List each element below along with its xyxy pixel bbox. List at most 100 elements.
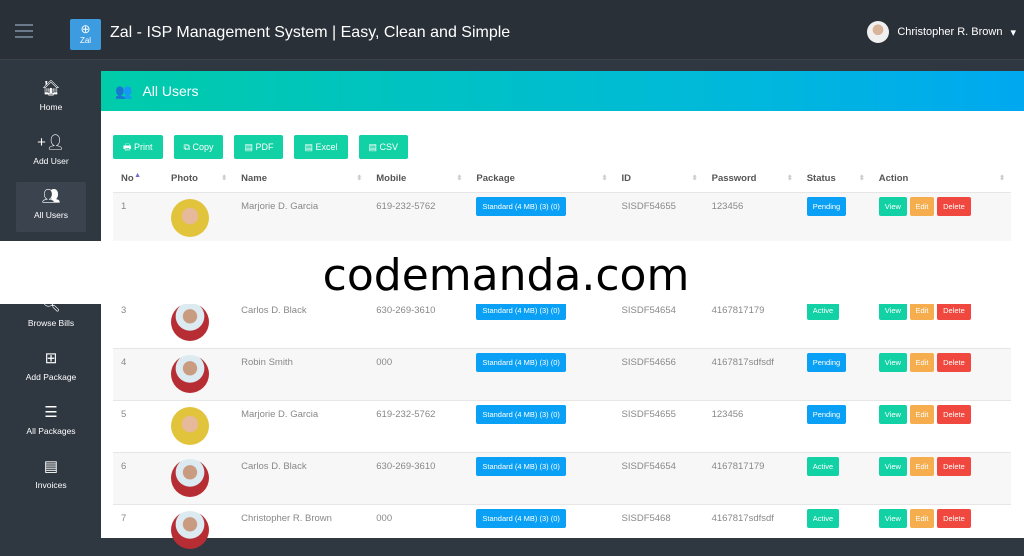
table-row: 4 Robin Smith 000 Standard (4 MB) (3) (0… — [113, 347, 1011, 400]
panel-header: 👥 All Users — [101, 71, 1024, 111]
package-badge: Standard (4 MB) (3) (0) — [476, 352, 566, 372]
watermark: codemanda.com — [0, 241, 1012, 304]
column-header-name[interactable]: Name ⬍ — [233, 166, 368, 192]
caret-down-icon: ▾ — [1010, 26, 1016, 39]
users-table: No ▲ Photo ⬍ Name ⬍ Mobile ⬍ Package ⬍ ID ⬍ Password… — [113, 166, 1011, 556]
package-badge: Standard (4 MB) (3) (0) — [476, 404, 566, 424]
view-button[interactable]: View — [878, 196, 907, 216]
column-header-package[interactable]: Package ⬍ — [468, 166, 613, 192]
column-header-status[interactable]: Status ⬍ — [799, 166, 871, 192]
view-button[interactable]: View — [878, 456, 907, 476]
sort-icon: ⬍ — [221, 175, 228, 182]
user-photo — [171, 406, 210, 445]
column-header-password[interactable]: Password ⬍ — [704, 166, 799, 192]
column-header-photo[interactable]: Photo ⬍ — [163, 166, 233, 192]
table-row: 5 Marjorie D. Garcia 619-232-5762 Standa… — [113, 399, 1011, 452]
column-header-action[interactable]: Action ⬍ — [871, 166, 1011, 192]
plus-square-icon: ⊞ — [44, 350, 58, 367]
sidebar-item-label: Add User — [33, 156, 69, 166]
row-number: 7 — [113, 503, 164, 556]
row-number: 4 — [113, 347, 164, 400]
user-photo — [171, 302, 210, 341]
user-name: Marjorie D. Garcia — [233, 191, 369, 244]
row-number: 6 — [113, 451, 164, 504]
sidebar-item-add-user[interactable]: +👤︎ Add User — [16, 128, 86, 178]
edit-button[interactable]: Edit — [909, 456, 935, 476]
sort-icon: ⬍ — [858, 175, 865, 182]
user-mobile: 000 — [368, 347, 469, 400]
user-password: 4167817sdfsdf — [703, 503, 799, 556]
edit-button[interactable]: Edit — [909, 508, 935, 528]
delete-button[interactable]: Delete — [937, 404, 971, 424]
app-title: Zal - ISP Management System | Easy, Clea… — [110, 24, 511, 41]
sidebar-item-invoices[interactable]: ▤ Invoices — [16, 452, 86, 502]
delete-button[interactable]: Delete — [937, 196, 971, 216]
sort-icon: ⬍ — [786, 175, 793, 182]
user-password: 123456 — [703, 191, 799, 244]
sort-icon: ⬍ — [456, 175, 463, 182]
users-icon: 👥 — [115, 82, 133, 99]
delete-button[interactable]: Delete — [937, 456, 971, 476]
top-bar: ⊕ Zal Zal - ISP Management System | Easy,… — [0, 0, 1024, 60]
user-photo — [171, 354, 210, 393]
table-row: 6 Carlos D. Black 630-269-3610 Standard … — [113, 451, 1011, 504]
sidebar-item-all-users[interactable]: 👥︎ All Users — [16, 182, 86, 232]
home-icon: 🏠︎ — [41, 80, 61, 97]
avatar — [867, 21, 890, 43]
print-button[interactable]: 🖶 Print — [113, 135, 163, 159]
copy-button[interactable]: ⧉ Copy — [173, 135, 224, 159]
user-mobile: 630-269-3610 — [368, 451, 469, 504]
list-icon: ☰ — [44, 404, 58, 421]
user-plus-icon: +👤︎ — [37, 134, 65, 151]
package-badge: Standard (4 MB) (3) (0) — [476, 508, 566, 528]
package-badge: Standard (4 MB) (3) (0) — [476, 456, 566, 476]
user-name: Christopher R. Brown — [233, 503, 369, 556]
status-badge: Active — [806, 456, 840, 476]
table-row: 7 Christopher R. Brown 000 Standard (4 M… — [113, 503, 1011, 556]
logo: ⊕ Zal — [70, 19, 101, 50]
edit-button[interactable]: Edit — [909, 196, 935, 216]
user-photo — [171, 458, 210, 497]
sidebar-item-all-packages[interactable]: ☰ All Packages — [16, 398, 86, 448]
user-menu[interactable]: Christopher R. Brown ▾ — [867, 21, 1016, 43]
view-button[interactable]: View — [878, 404, 907, 424]
edit-button[interactable]: Edit — [909, 352, 935, 372]
sidebar-item-label: Home — [39, 102, 63, 112]
user-id: SISDF5468 — [613, 503, 704, 556]
delete-button[interactable]: Delete — [937, 508, 971, 528]
user-name: Marjorie D. Garcia — [233, 399, 369, 452]
pdf-button[interactable]: ▤ PDF — [234, 135, 284, 159]
sidebar-item-label: Add Package — [25, 372, 77, 382]
user-photo — [171, 510, 210, 549]
user-id: SISDF54654 — [613, 451, 704, 504]
user-mobile: 000 — [368, 503, 469, 556]
sort-icon: ⬍ — [999, 175, 1005, 182]
user-mobile: 619-232-5762 — [368, 191, 469, 244]
csv-button[interactable]: ▤ CSV — [358, 135, 409, 159]
delete-button[interactable]: Delete — [937, 352, 971, 372]
menu-toggle-icon[interactable] — [15, 24, 33, 42]
sidebar-item-label: All Packages — [26, 426, 76, 436]
user-name: Carlos D. Black — [233, 451, 369, 504]
user-photo — [171, 198, 210, 237]
sort-icon: ▲ — [134, 172, 142, 179]
user-mobile: 619-232-5762 — [368, 399, 469, 452]
excel-button[interactable]: ▤ Excel — [294, 135, 348, 159]
view-button[interactable]: View — [878, 352, 907, 372]
column-header-mobile[interactable]: Mobile ⬍ — [368, 166, 468, 192]
table-row: 1 Marjorie D. Garcia 619-232-5762 Standa… — [113, 191, 1011, 244]
sidebar-item-label: All Users — [33, 210, 68, 220]
sidebar-item-label: Invoices — [35, 480, 67, 490]
sort-icon: ⬍ — [356, 175, 363, 182]
user-password: 4167817sdfsdf — [703, 347, 799, 400]
sidebar-item-home[interactable]: 🏠︎ Home — [16, 74, 86, 124]
view-button[interactable]: View — [878, 508, 907, 528]
column-header-no[interactable]: No ▲ — [113, 166, 163, 192]
edit-button[interactable]: Edit — [909, 404, 935, 424]
column-header-id[interactable]: ID ⬍ — [614, 166, 704, 192]
sidebar-item-add-package[interactable]: ⊞ Add Package — [16, 344, 86, 394]
status-badge: Pending — [806, 196, 847, 216]
sort-icon: ⬍ — [691, 175, 698, 182]
user-id: SISDF54655 — [613, 191, 704, 244]
user-id: SISDF54655 — [613, 399, 704, 452]
